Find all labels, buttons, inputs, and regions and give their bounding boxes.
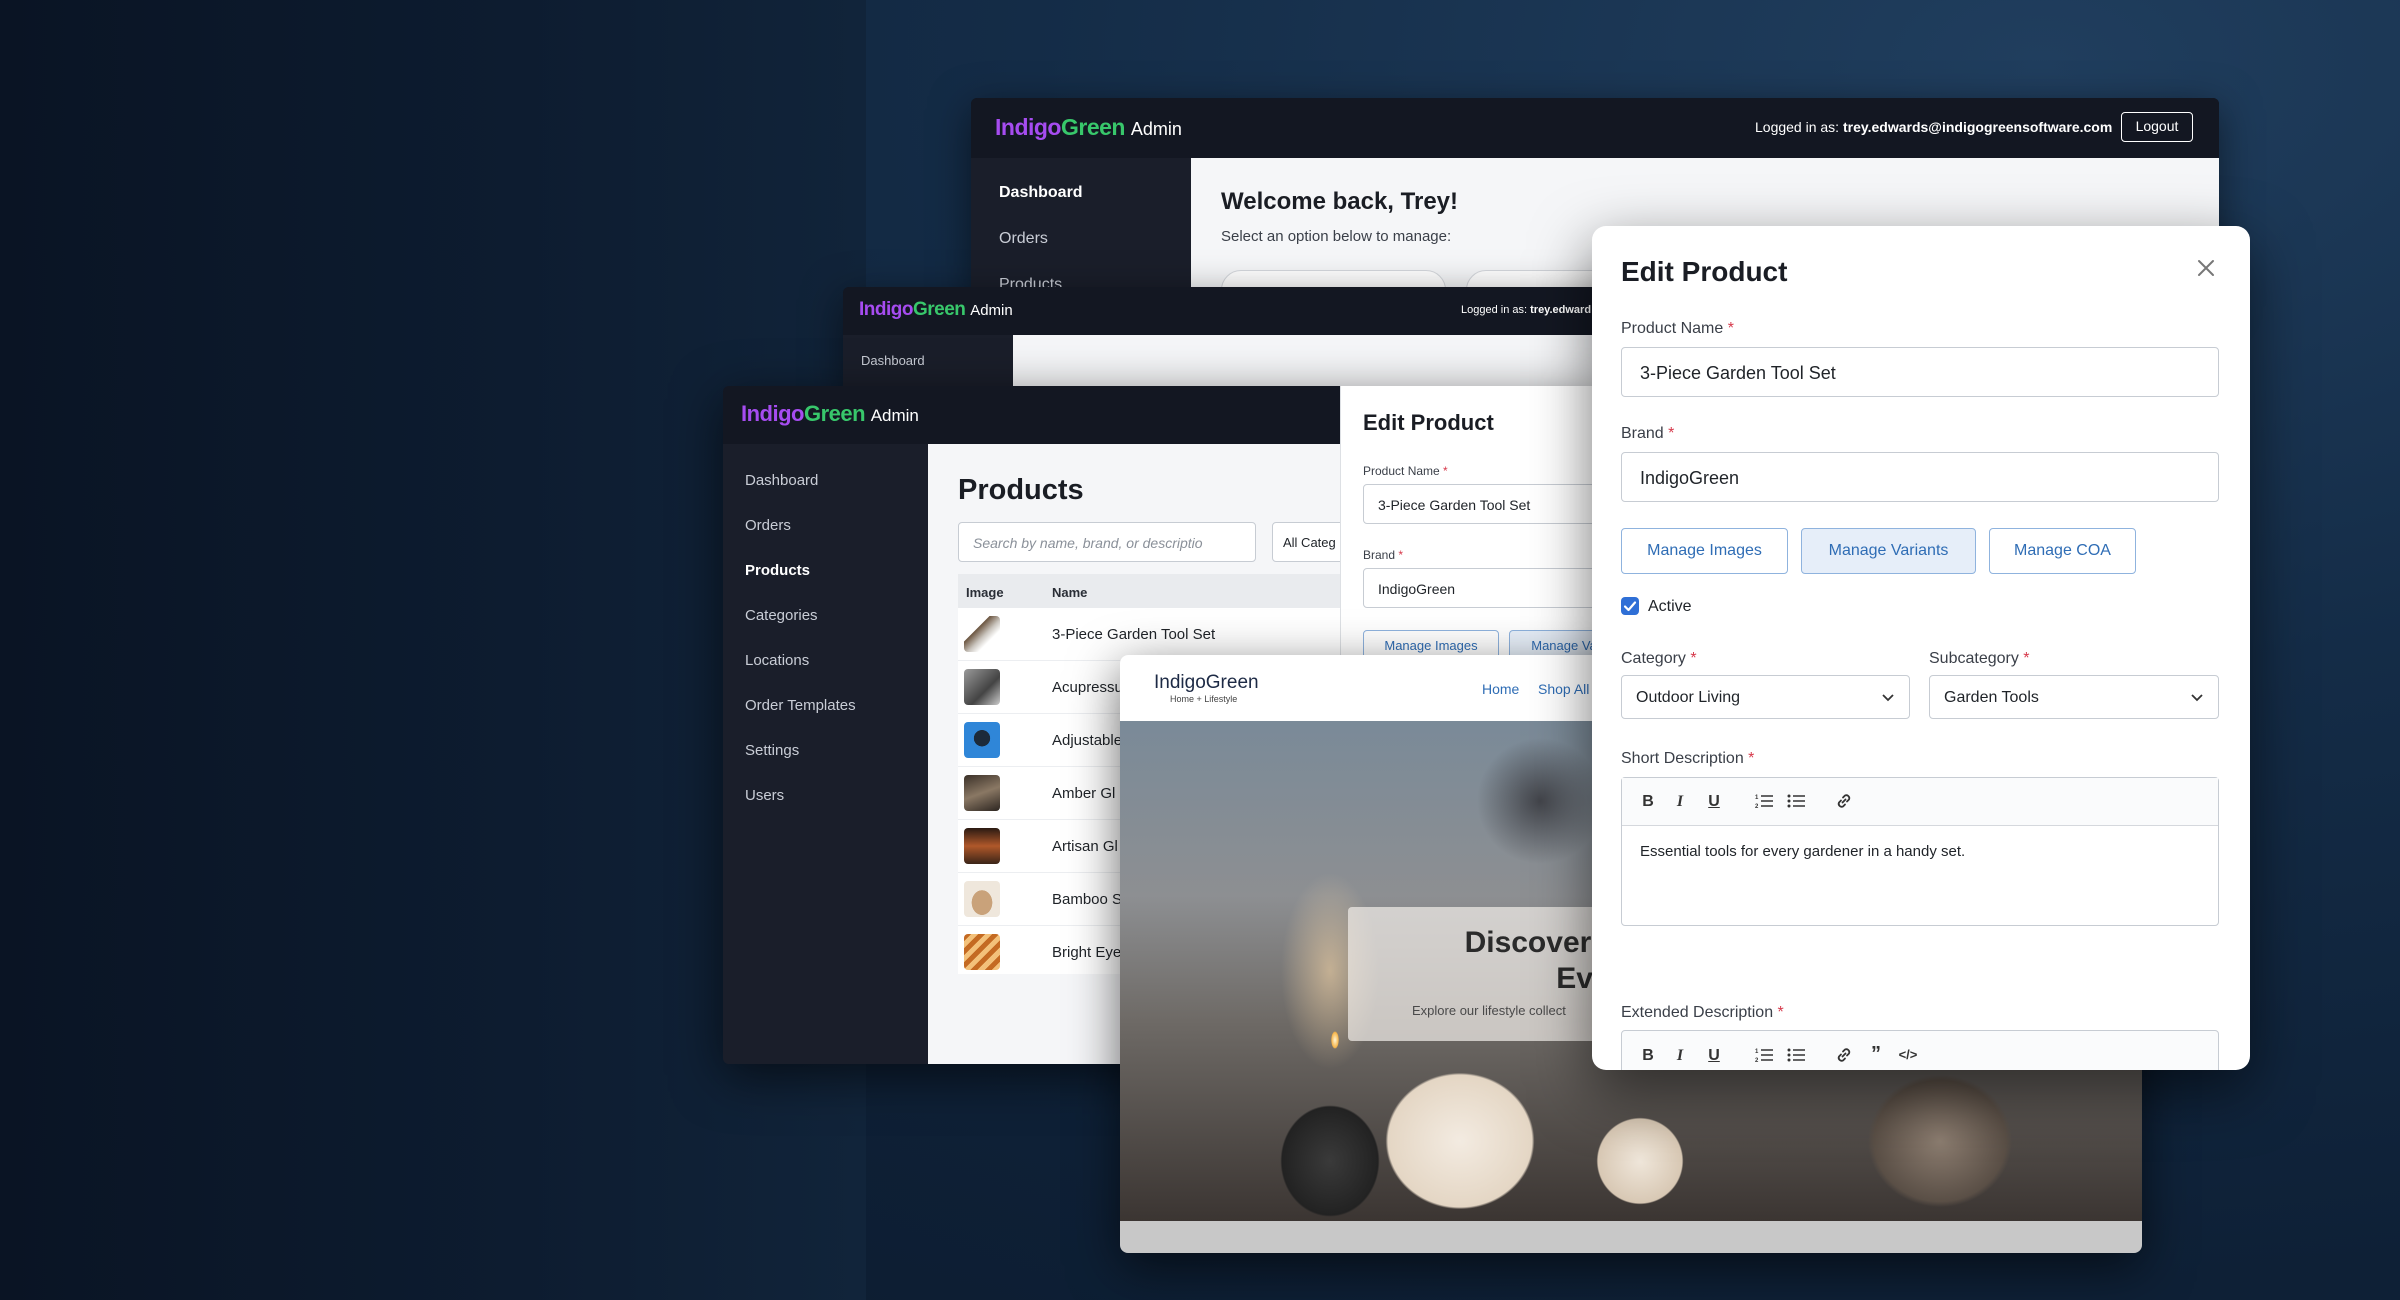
short-description-text: Essential tools for every gardener in a … [1640, 843, 1966, 860]
ordered-list-icon[interactable]: 12 [1752, 1045, 1776, 1070]
store-logo: IndigoGreen [1154, 672, 1259, 693]
product-name: Acupressu [1052, 679, 1123, 696]
subcategory-label: Subcategory * [1929, 650, 2030, 667]
candle-flame [1331, 1031, 1339, 1049]
brand-logo: IndigoGreen Admin [995, 114, 1182, 140]
product-thumbnail [964, 828, 1000, 864]
active-checkbox[interactable] [1621, 597, 1639, 615]
welcome-title: Welcome back, Trey! [1221, 188, 1458, 215]
sidebar-item-users[interactable]: Users [745, 787, 784, 804]
product-name: Adjustable [1052, 732, 1123, 749]
welcome-subtitle: Select an option below to manage: [1221, 228, 1452, 245]
bullet-list-icon[interactable] [1784, 791, 1808, 816]
product-name-label: Product Name * [1363, 464, 1448, 478]
product-name: Amber Gl [1052, 785, 1116, 802]
short-description-label: Short Description * [1621, 750, 1755, 767]
underline-icon[interactable]: U [1702, 793, 1726, 811]
logout-button[interactable]: Logout [2121, 112, 2193, 142]
modal-title: Edit Product [1621, 256, 1788, 287]
brand-label: Brand * [1621, 425, 1675, 442]
svg-text:2: 2 [1755, 804, 1759, 810]
search-input[interactable]: Search by name, brand, or descriptio [958, 522, 1256, 562]
sidebar-item-order-templates[interactable]: Order Templates [745, 697, 856, 714]
svg-text:1: 1 [1755, 1049, 1759, 1055]
logged-in-text: Logged in as: trey.edward [1461, 304, 1592, 316]
hero-subtitle: Explore our lifestyle collect [1412, 1003, 1566, 1018]
category-label: Category * [1621, 650, 1697, 667]
page-title: Products [958, 474, 1084, 506]
sidebar-item-orders[interactable]: Orders [745, 517, 791, 534]
bold-icon[interactable]: B [1636, 793, 1660, 811]
product-name: Bamboo S [1052, 891, 1123, 908]
underline-icon[interactable]: U [1702, 1047, 1726, 1065]
code-icon[interactable]: </> [1896, 1047, 1920, 1062]
rich-text-toolbar: B I U 12 [1622, 778, 2218, 826]
category-select[interactable]: Outdoor Living [1621, 675, 1910, 719]
product-thumbnail [964, 934, 1000, 970]
sidebar-item-categories[interactable]: Categories [745, 607, 818, 624]
manage-images-button[interactable]: Manage Images [1621, 528, 1788, 574]
bullet-list-icon[interactable] [1784, 1045, 1808, 1070]
product-name: 3-Piece Garden Tool Set [1052, 626, 1216, 643]
dashboard-topbar: IndigoGreen Admin Logged in as: trey.edw… [971, 98, 2219, 158]
table-row[interactable]: 3-Piece Garden Tool Set [958, 608, 1388, 661]
sidebar-item-locations[interactable]: Locations [745, 652, 809, 669]
sidebar-item-dashboard[interactable]: Dashboard [861, 353, 925, 368]
sidebar-item-settings[interactable]: Settings [745, 742, 799, 759]
product-thumbnail [964, 881, 1000, 917]
chevron-down-icon [2190, 690, 2204, 709]
product-name-field[interactable]: 3-Piece Garden Tool Set [1363, 484, 1603, 524]
store-nav-shop-all[interactable]: Shop All [1538, 681, 1589, 697]
edit-product-modal: Edit Product Product Name * 3-Piece Gard… [1592, 226, 2250, 1070]
product-name-label: Product Name * [1621, 320, 1734, 337]
blockquote-icon[interactable]: ” [1864, 1043, 1888, 1066]
brand-logo: IndigoGreen Admin [859, 299, 1013, 320]
product-thumbnail [964, 775, 1000, 811]
product-thumbnail [964, 669, 1000, 705]
product-thumbnail [964, 722, 1000, 758]
extended-description-editor[interactable]: B I U 12 ” </> [1621, 1030, 2219, 1070]
products-sidebar: Dashboard Orders Products Categories Loc… [723, 444, 928, 1064]
orders-topbar: IndigoGreen Admin Logged in as: trey.edw… [843, 287, 1643, 335]
product-name-field[interactable]: 3-Piece Garden Tool Set [1621, 347, 2219, 397]
brand-field[interactable]: IndigoGreen [1621, 452, 2219, 502]
sidebar-item-orders[interactable]: Orders [999, 230, 1048, 248]
ordered-list-icon[interactable]: 12 [1752, 791, 1776, 816]
chevron-down-icon [1881, 690, 1895, 709]
manage-variants-button[interactable]: Manage Variants [1801, 528, 1976, 574]
sidebar-item-dashboard[interactable]: Dashboard [999, 184, 1083, 202]
brand-logo: IndigoGreen Admin [741, 401, 919, 426]
sidebar-item-dashboard[interactable]: Dashboard [745, 472, 818, 489]
active-label: Active [1648, 598, 1692, 615]
column-header-image: Image [966, 585, 1004, 600]
italic-icon[interactable]: I [1668, 793, 1692, 811]
product-thumbnail [964, 616, 1000, 652]
logged-in-text: Logged in as: trey.edwards@indigogreenso… [1755, 119, 2113, 135]
product-name: Bright Eye [1052, 944, 1122, 961]
italic-icon[interactable]: I [1668, 1047, 1692, 1065]
bold-icon[interactable]: B [1636, 1047, 1660, 1065]
brand-field[interactable]: IndigoGreen [1363, 568, 1603, 608]
store-logo-tagline: Home + Lifestyle [1170, 694, 1238, 704]
short-description-editor[interactable]: B I U 12 Essential tools for every garde… [1621, 777, 2219, 926]
subcategory-select[interactable]: Garden Tools [1929, 675, 2219, 719]
sidebar-item-products[interactable]: Products [745, 562, 810, 579]
column-header-name: Name [1052, 585, 1088, 600]
dashboard-sidebar: Dashboard Orders Products [971, 158, 1191, 298]
extended-description-label: Extended Description * [1621, 1004, 1784, 1021]
svg-text:1: 1 [1755, 795, 1759, 801]
orders-window: IndigoGreen Admin Logged in as: trey.edw… [843, 287, 1643, 397]
panel-title: Edit Product [1363, 410, 1494, 435]
close-icon[interactable] [2192, 254, 2220, 282]
table-header: Image Name [958, 574, 1388, 608]
svg-text:2: 2 [1755, 1058, 1759, 1064]
link-icon[interactable] [1832, 1045, 1856, 1070]
product-name: Artisan Gl [1052, 838, 1118, 855]
user-email: trey.edwards@indigogreensoftware.com [1842, 119, 2113, 135]
store-nav-home[interactable]: Home [1482, 681, 1519, 697]
brand-label: Brand * [1363, 548, 1404, 562]
manage-coa-button[interactable]: Manage COA [1989, 528, 2136, 574]
link-icon[interactable] [1832, 791, 1856, 816]
